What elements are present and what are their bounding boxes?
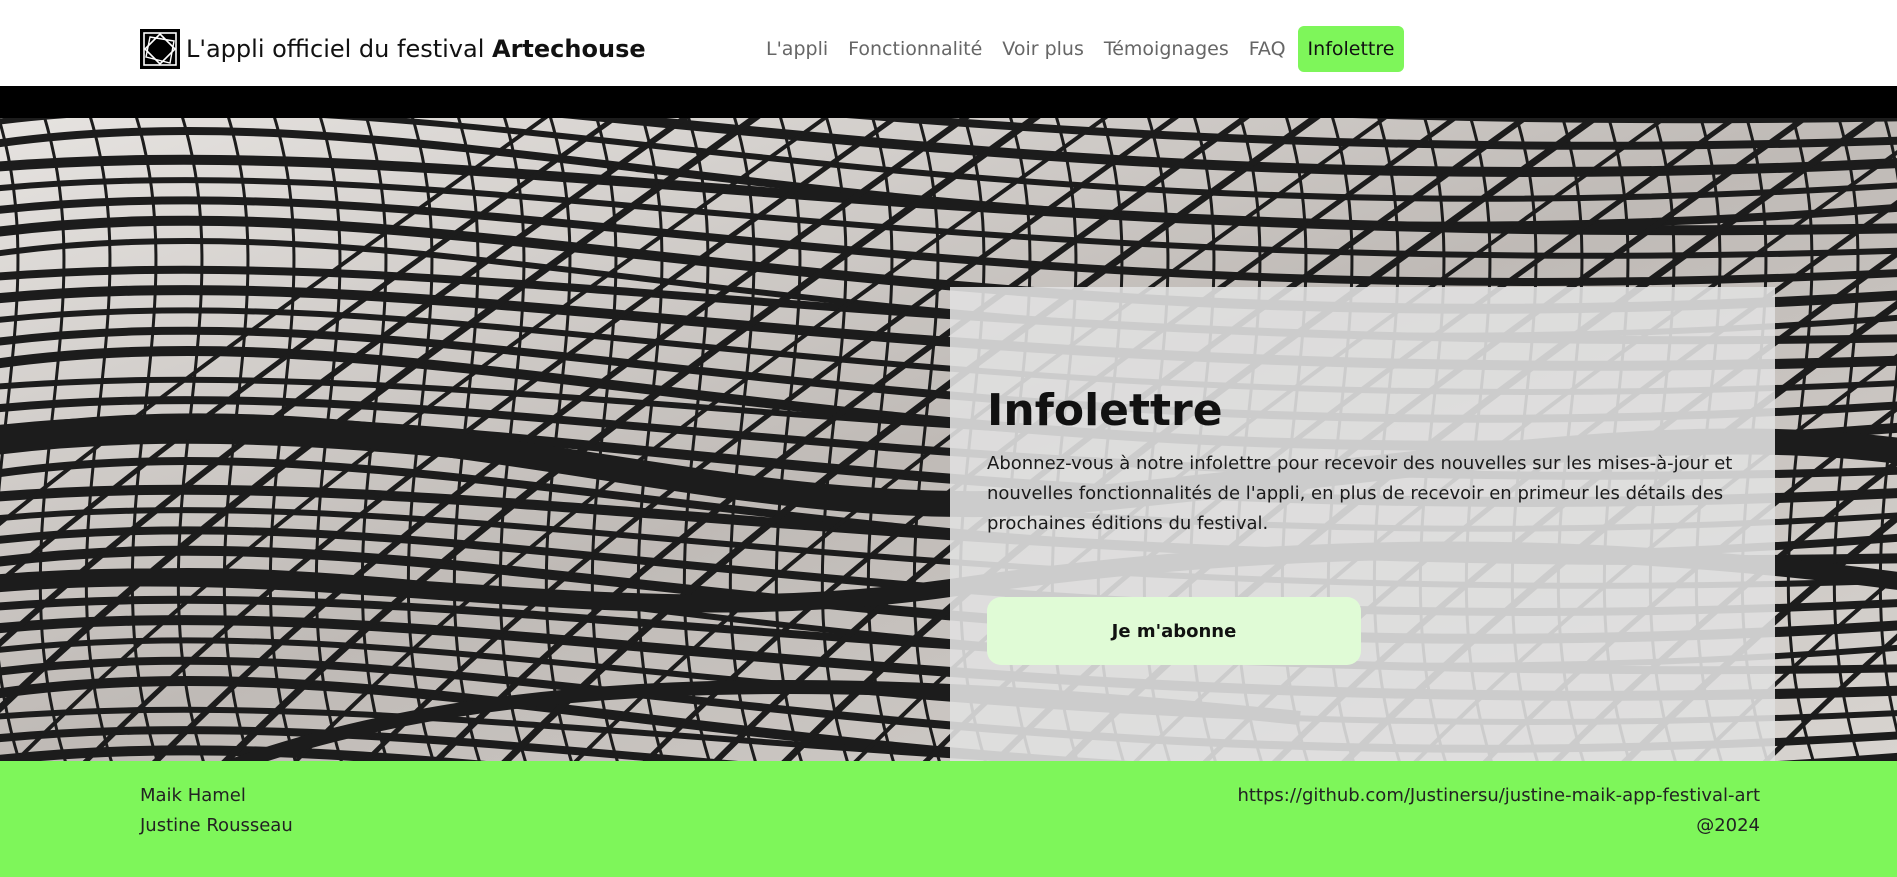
newsletter-description: Abonnez-vous à notre infolettre pour rec… <box>987 453 1733 534</box>
nav-item-temoignages[interactable]: Témoignages <box>1096 26 1237 72</box>
footer-info: https://github.com/Justinersu/justine-ma… <box>1237 781 1760 841</box>
brand-name: Artechouse <box>492 35 646 63</box>
newsletter-title: Infolettre <box>987 385 1223 436</box>
footer: Maik Hamel Justine Rousseau https://gith… <box>0 761 1897 877</box>
copyright: @2024 <box>1696 815 1760 836</box>
newsletter-card: Infolettre Abonnez-vous à notre infolett… <box>950 287 1775 761</box>
brand-title: L'appli officiel du festival Artechouse <box>186 35 646 63</box>
nav-item-infolettre[interactable]: Infolettre <box>1297 26 1405 72</box>
header-divider-bar <box>0 86 1897 118</box>
brand-prefix: L'appli officiel du festival <box>186 35 485 63</box>
brand-link[interactable]: L'appli officiel du festival Artechouse <box>140 29 646 69</box>
top-navbar: L'appli officiel du festival Artechouse … <box>0 0 1897 86</box>
nav-item-voir-plus[interactable]: Voir plus <box>994 26 1092 72</box>
main-nav: L'appli Fonctionnalité Voir plus Témoign… <box>758 24 1405 74</box>
nav-item-lappli[interactable]: L'appli <box>758 26 836 72</box>
author-name: Maik Hamel <box>140 785 246 806</box>
nav-item-faq[interactable]: FAQ <box>1241 26 1294 72</box>
newsletter-hero: Infolettre Abonnez-vous à notre infolett… <box>0 118 1897 761</box>
author-name: Justine Rousseau <box>140 815 293 836</box>
footer-authors: Maik Hamel Justine Rousseau <box>140 781 293 841</box>
artechouse-logo-icon <box>140 29 180 69</box>
github-repo-link[interactable]: https://github.com/Justinersu/justine-ma… <box>1237 785 1760 806</box>
nav-item-fonctionnalite[interactable]: Fonctionnalité <box>840 26 990 72</box>
subscribe-button[interactable]: Je m'abonne <box>987 597 1361 665</box>
